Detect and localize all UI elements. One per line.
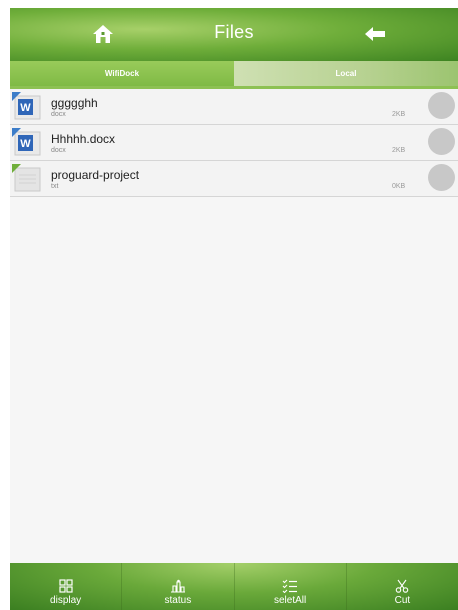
tab-local[interactable]: Local (234, 61, 458, 86)
file-name: ggggghh (51, 96, 98, 110)
display-button[interactable]: display (10, 563, 123, 610)
file-size: 2KB (392, 147, 406, 154)
cut-button[interactable]: Cut (347, 563, 458, 610)
select-checkbox[interactable] (428, 164, 455, 191)
cut-label: Cut (394, 595, 411, 606)
file-row-hhhhh-docx[interactable]: W Hhhhh.docx docx 2KB (10, 125, 458, 161)
word-doc-icon: W (12, 92, 41, 120)
file-row-proguard-project[interactable]: proguard-project txt 0KB (10, 161, 458, 197)
file-size: 2KB (392, 111, 406, 118)
display-label: display (50, 595, 82, 606)
select-all-button[interactable]: seletAll (235, 563, 347, 610)
scissors-icon (396, 579, 409, 593)
file-name: Hhhhh.docx (51, 132, 116, 146)
svg-text:W: W (20, 102, 31, 114)
file-name: proguard-project (51, 168, 140, 182)
select-checkbox[interactable] (428, 92, 455, 119)
files-app: Files WifiDock Local W ggggghh docx 2KB (10, 8, 458, 610)
file-row-ggggghh[interactable]: W ggggghh docx 2KB (10, 89, 458, 125)
header-bar: Files (10, 8, 458, 61)
grid-icon (59, 579, 73, 593)
bottom-toolbar: display status seletAll Cut (10, 563, 458, 610)
select-all-label: seletAll (274, 595, 307, 606)
file-type: docx (51, 111, 66, 118)
select-checkbox[interactable] (428, 128, 455, 155)
checklist-icon (282, 579, 298, 593)
file-type: txt (51, 183, 59, 190)
file-size: 0KB (392, 183, 406, 190)
page-title: Files (214, 22, 254, 42)
svg-text:W: W (20, 138, 31, 150)
status-button[interactable]: status (122, 563, 235, 610)
file-type: docx (51, 147, 66, 154)
source-tabs: WifiDock Local (10, 61, 458, 89)
status-label: status (164, 595, 192, 606)
word-doc-icon: W (12, 128, 41, 156)
tab-wifidock[interactable]: WifiDock (10, 61, 234, 86)
text-file-icon (12, 164, 41, 192)
status-icon (170, 579, 185, 593)
file-list: W ggggghh docx 2KB W Hhhhh.docx docx 2KB (10, 89, 458, 197)
back-arrow-icon[interactable] (364, 25, 386, 43)
